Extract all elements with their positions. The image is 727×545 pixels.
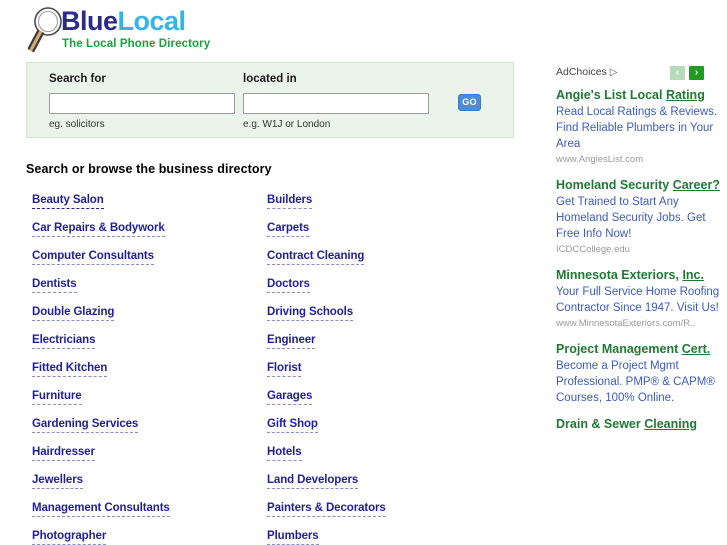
logo-word-blue: Blue xyxy=(61,6,118,36)
search-for-label: Search for xyxy=(49,73,106,85)
ad-title-head: Homeland Security xyxy=(556,178,673,192)
located-in-input[interactable] xyxy=(243,93,429,114)
adchoices-label: AdChoices xyxy=(556,66,607,78)
search-for-input[interactable] xyxy=(49,93,235,114)
directory-heading: Search or browse the business directory xyxy=(26,162,272,176)
site-logo[interactable]: BlueLocal The Local Phone Directory xyxy=(27,5,328,55)
directory-link[interactable]: Plumbers xyxy=(267,530,319,545)
directory-link[interactable]: Furniture xyxy=(32,390,82,405)
ad-description: Become a Project Mgmt Professional. PMP®… xyxy=(556,360,715,404)
ads-sidebar: AdChoices ▷ ‹ › Angie's List Local Rating… xyxy=(548,0,727,545)
directory-link[interactable]: Double Glazing xyxy=(32,306,114,321)
ad-block: Project Management Cert. Become a Project… xyxy=(556,340,727,406)
directory-link[interactable]: Florist xyxy=(267,362,302,377)
located-in-hint: e.g. W1J or London xyxy=(243,119,331,130)
directory-link[interactable]: Gardening Services xyxy=(32,418,138,433)
located-in-label: located in xyxy=(243,73,297,85)
directory-link[interactable]: Electricians xyxy=(32,334,95,349)
adchoices-link[interactable]: AdChoices ▷ xyxy=(556,66,617,78)
ad-description: Read Local Ratings & Reviews. Find Relia… xyxy=(556,106,718,150)
ad-url: www.AngiesList.com xyxy=(556,154,644,165)
directory-link[interactable]: Jewellers xyxy=(32,474,83,489)
page-root: BlueLocal The Local Phone Directory Sear… xyxy=(0,0,727,545)
logo-word-local: Local xyxy=(117,6,187,36)
ad-title-head: Minnesota Exteriors, xyxy=(556,268,683,282)
search-for-hint: eg. solicitors xyxy=(49,119,105,130)
main-content-column: BlueLocal The Local Phone Directory Sear… xyxy=(0,0,540,545)
directory-link[interactable]: Fitted Kitchen xyxy=(32,362,107,377)
ad-block: Homeland Security Career? Get Trained to … xyxy=(556,176,727,257)
ad-url: www.MinnesotaExteriors.com/R.. xyxy=(556,318,696,329)
ads-list: Angie's List Local Rating Read Local Rati… xyxy=(556,86,727,442)
directory-link[interactable]: Dentists xyxy=(32,278,77,293)
search-panel: Search for located in GO eg. solicitors … xyxy=(26,62,514,138)
ad-title-link[interactable]: Project Management Cert. xyxy=(556,342,710,356)
directory-link[interactable]: Contract Cleaning xyxy=(267,250,364,265)
adchoices-triangle-icon: ▷ xyxy=(609,67,618,78)
ad-title-tail: Cert. xyxy=(681,342,711,356)
logo-wordmark: BlueLocal xyxy=(61,6,186,36)
ad-title-tail: Rating xyxy=(665,88,705,102)
directory-link[interactable]: Doctors xyxy=(267,278,310,293)
ads-prev-button[interactable]: ‹ xyxy=(670,66,685,80)
ad-title-head: Project Management xyxy=(556,342,682,356)
directory-link[interactable]: Builders xyxy=(267,194,312,209)
ad-title-head: Angie's List Local xyxy=(556,88,666,102)
ad-title-tail: Cleaning xyxy=(644,417,698,431)
ad-url: ICDCCollege.edu xyxy=(556,244,630,255)
directory-link[interactable]: Painters & Decorators xyxy=(267,502,386,517)
ads-next-button[interactable]: › xyxy=(689,66,704,80)
directory-link[interactable]: Gift Shop xyxy=(267,418,318,433)
ad-title-head: Drain & Sewer xyxy=(556,417,645,431)
ad-title-link[interactable]: Angie's List Local Rating xyxy=(556,88,705,102)
directory-link[interactable]: Garages xyxy=(267,390,312,405)
ad-title-tail: Inc. xyxy=(682,268,704,282)
ad-title-link[interactable]: Drain & Sewer Cleaning xyxy=(556,417,697,431)
ad-title-tail: Career? xyxy=(672,178,720,192)
ads-header: AdChoices ▷ ‹ › xyxy=(556,66,727,82)
directory-link[interactable]: Beauty Salon xyxy=(32,194,104,209)
logo-tagline: The Local Phone Directory xyxy=(62,38,211,50)
ad-block: Drain & Sewer Cleaning xyxy=(556,415,727,433)
directory-link[interactable]: Land Developers xyxy=(267,474,358,489)
directory-link[interactable]: Photographer xyxy=(32,530,106,545)
directory-column-1: Beauty Salon Car Repairs & Bodywork Comput… xyxy=(32,194,257,545)
directory-link[interactable]: Management Consultants xyxy=(32,502,170,517)
directory-link[interactable]: Engineer xyxy=(267,334,316,349)
directory-link[interactable]: Car Repairs & Bodywork xyxy=(32,222,165,237)
directory-link[interactable]: Hotels xyxy=(267,446,302,461)
go-button[interactable]: GO xyxy=(458,94,481,111)
ad-title-link[interactable]: Minnesota Exteriors, Inc. xyxy=(556,268,704,282)
directory-link[interactable]: Driving Schools xyxy=(267,306,353,321)
directory-link[interactable]: Carpets xyxy=(267,222,309,237)
ad-description: Get Trained to Start Any Homeland Securi… xyxy=(556,196,706,240)
directory-link[interactable]: Computer Consultants xyxy=(32,250,154,265)
ad-description: Your Full Service Home Roofing Contracto… xyxy=(556,286,720,314)
ad-block: Minnesota Exteriors, Inc. Your Full Servi… xyxy=(556,266,727,331)
directory-link[interactable]: Hairdresser xyxy=(32,446,95,461)
directory-column-2: Builders Carpets Contract Cleaning Doctors D… xyxy=(267,194,492,545)
ad-title-link[interactable]: Homeland Security Career? xyxy=(556,178,720,192)
ad-block: Angie's List Local Rating Read Local Rati… xyxy=(556,86,727,167)
